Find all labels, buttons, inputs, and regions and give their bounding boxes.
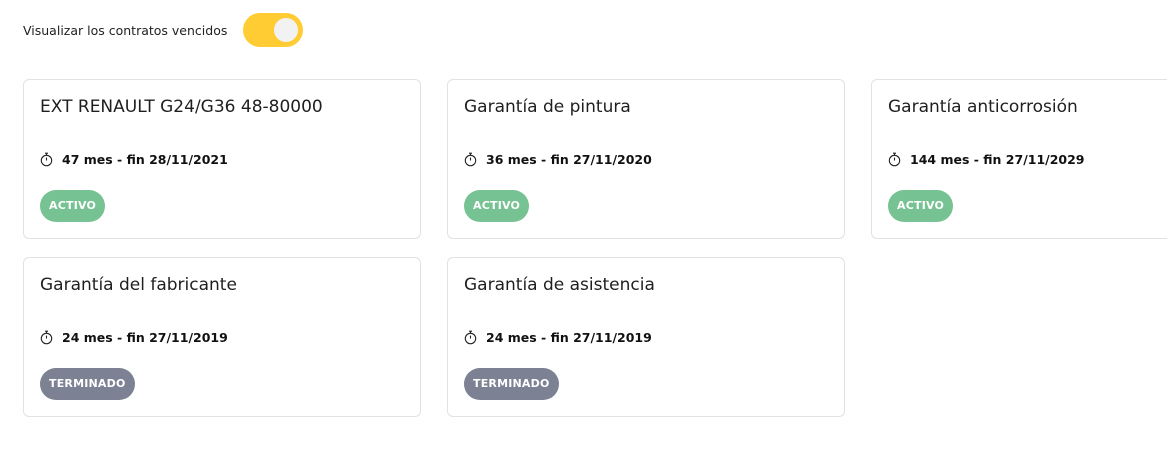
contract-duration: 24 mes - fin 27/11/2019 (464, 330, 652, 345)
contract-duration: 24 mes - fin 27/11/2019 (40, 330, 228, 345)
expired-contracts-filter: Visualizar los contratos vencidos (23, 13, 304, 47)
contracts-page: Visualizar los contratos vencidos EXT RE… (0, 0, 1167, 474)
toggle-knob (274, 18, 299, 42)
expired-contracts-label: Visualizar los contratos vencidos (23, 22, 228, 38)
stopwatch-icon (888, 152, 901, 167)
contract-duration: 47 mes - fin 28/11/2021 (40, 152, 228, 167)
contract-card[interactable]: Garantía de pintura 36 mes - fin 27/11/2… (447, 79, 845, 239)
status-badge: ACTIVO (464, 190, 530, 222)
duration-text: 24 mes - fin 27/11/2019 (486, 330, 652, 345)
status-badge: TERMINADO (40, 368, 135, 400)
stopwatch-icon (40, 152, 53, 167)
contract-title: EXT RENAULT G24/G36 48-80000 (40, 97, 323, 117)
contract-duration: 144 mes - fin 27/11/2029 (888, 152, 1085, 167)
duration-text: 36 mes - fin 27/11/2020 (486, 152, 652, 167)
expired-contracts-toggle[interactable] (243, 13, 304, 47)
contract-card[interactable]: Garantía del fabricante 24 mes - fin 27/… (23, 257, 421, 417)
stopwatch-icon (464, 152, 477, 167)
contract-card[interactable]: Garantía anticorrosión 144 mes - fin 27/… (871, 79, 1167, 239)
duration-text: 47 mes - fin 28/11/2021 (62, 152, 228, 167)
status-badge: ACTIVO (40, 190, 106, 222)
contract-card[interactable]: Garantía de asistencia 24 mes - fin 27/1… (447, 257, 845, 417)
contract-title: Garantía del fabricante (40, 275, 237, 295)
status-badge: TERMINADO (464, 368, 559, 400)
stopwatch-icon (464, 330, 477, 345)
contract-title: Garantía de asistencia (464, 275, 655, 295)
contract-card[interactable]: EXT RENAULT G24/G36 48-80000 47 mes - fi… (23, 79, 421, 239)
duration-text: 144 mes - fin 27/11/2029 (910, 152, 1085, 167)
status-badge: ACTIVO (888, 190, 954, 222)
duration-text: 24 mes - fin 27/11/2019 (62, 330, 228, 345)
contract-title: Garantía de pintura (464, 97, 631, 117)
stopwatch-icon (40, 330, 53, 345)
contract-duration: 36 mes - fin 27/11/2020 (464, 152, 652, 167)
contract-title: Garantía anticorrosión (888, 97, 1078, 117)
